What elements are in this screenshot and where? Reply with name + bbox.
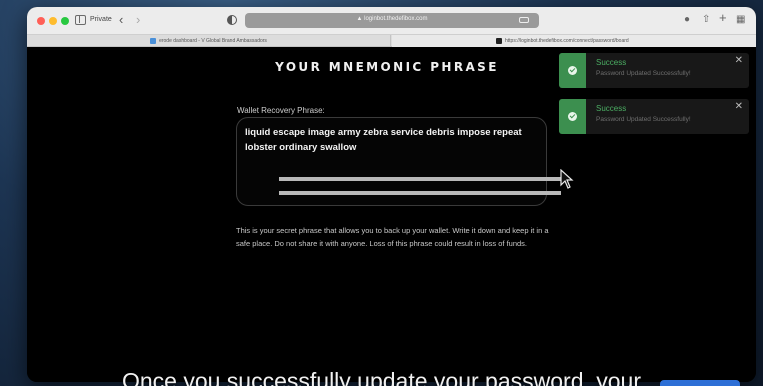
toast-message: Password Updated Successfully! — [596, 116, 691, 123]
tab-dashboard[interactable]: erode dashboard - V Global Brand Ambassa… — [27, 35, 391, 47]
toast-title: Success — [596, 104, 627, 113]
close-icon[interactable]: ✕ — [735, 101, 743, 113]
tab-label: https://loginbot.thedefibox.com/connect/… — [505, 38, 629, 44]
recovery-phrase-text: liquid escape image army zebra service d… — [245, 127, 522, 153]
sidebar-toggle-icon[interactable] — [75, 15, 86, 25]
address-text: ▲ loginbot.thedefibox.com — [356, 16, 428, 22]
page-title: YOUR MNEMONIC PHRASE — [275, 60, 499, 74]
forward-button[interactable]: › — [136, 12, 140, 28]
highlight-line — [279, 177, 561, 181]
download-icon[interactable]: ● — [684, 14, 690, 26]
browser-toolbar: Private ‹ › ▲ loginbot.thedefibox.com ● … — [27, 7, 756, 35]
tab-overview-icon[interactable]: ▦ — [736, 14, 745, 26]
success-toast: Success Password Updated Successfully! ✕ — [559, 53, 749, 88]
address-bar[interactable]: ▲ loginbot.thedefibox.com — [245, 13, 539, 28]
video-caption: Once you successfully update your passwo… — [121, 368, 642, 386]
toast-status-stripe — [559, 99, 586, 134]
minimize-window-button[interactable] — [49, 17, 57, 25]
reader-mode-icon[interactable] — [519, 17, 529, 23]
private-browsing-label: Private — [90, 16, 112, 23]
toast-status-stripe — [559, 53, 586, 88]
tab-password-board[interactable]: https://loginbot.thedefibox.com/connect/… — [392, 35, 756, 47]
toast-title: Success — [596, 58, 627, 67]
close-icon[interactable]: ✕ — [735, 55, 743, 67]
close-window-button[interactable] — [37, 17, 45, 25]
highlight-line — [279, 191, 561, 195]
tab-label: erode dashboard - V Global Brand Ambassa… — [159, 38, 267, 44]
check-icon — [568, 112, 577, 121]
toast-message: Password Updated Successfully! — [596, 70, 691, 77]
back-button[interactable]: ‹ — [119, 12, 123, 28]
share-icon[interactable]: ⇧ — [702, 14, 710, 26]
tab-favicon-icon — [150, 37, 157, 44]
tab-bar: erode dashboard - V Global Brand Ambassa… — [27, 35, 756, 47]
browser-window: Private ‹ › ▲ loginbot.thedefibox.com ● … — [27, 7, 756, 382]
new-tab-icon[interactable]: + — [719, 11, 727, 24]
privacy-shield-icon[interactable] — [227, 15, 237, 25]
page-content: YOUR MNEMONIC PHRASE Wallet Recovery Phr… — [27, 48, 756, 382]
check-icon — [568, 66, 577, 75]
success-toast: Success Password Updated Successfully! ✕ — [559, 99, 749, 134]
fullscreen-window-button[interactable] — [61, 17, 69, 25]
phrase-description: This is your secret phrase that allows y… — [236, 226, 549, 248]
phrase-label: Wallet Recovery Phrase: — [237, 106, 325, 115]
tab-favicon-icon — [496, 37, 502, 44]
mouse-cursor-icon — [560, 169, 574, 189]
